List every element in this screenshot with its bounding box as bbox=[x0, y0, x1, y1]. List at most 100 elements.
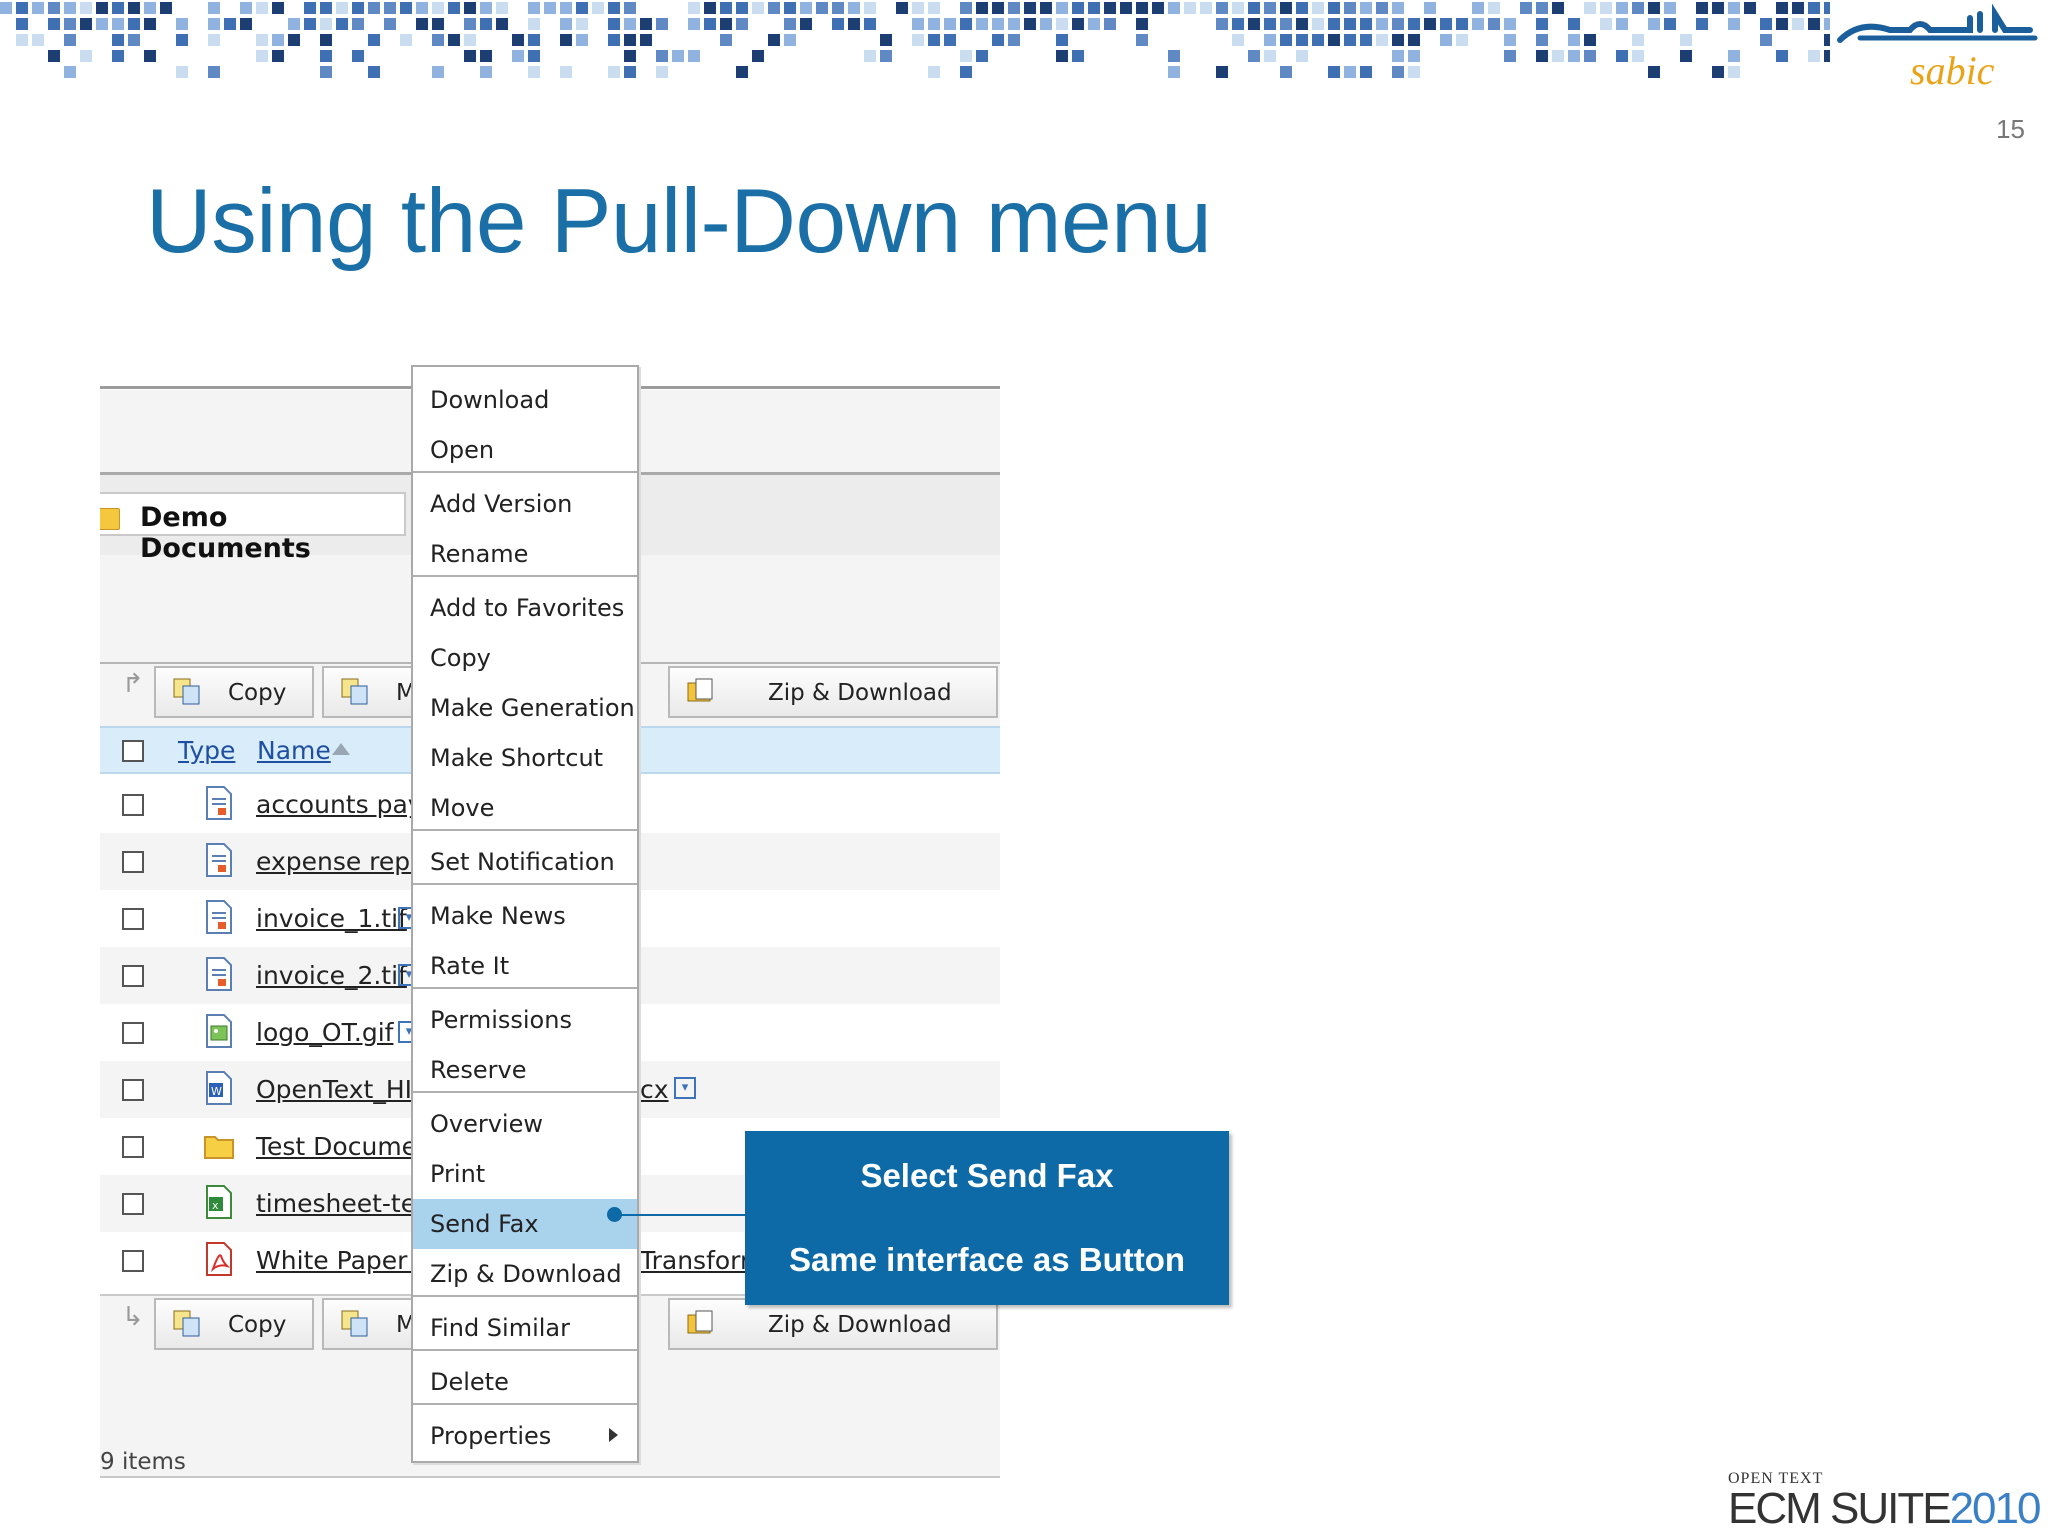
pdf-icon bbox=[204, 1242, 234, 1276]
mosaic-tile bbox=[736, 2, 748, 14]
name-column-header[interactable]: Name bbox=[257, 736, 331, 765]
mosaic-tile bbox=[368, 66, 380, 78]
mosaic-tile bbox=[480, 50, 492, 62]
mosaic-tile bbox=[1008, 18, 1020, 30]
mosaic-tile bbox=[976, 18, 988, 30]
mosaic-tile bbox=[560, 66, 572, 78]
menu-item-set-notification[interactable]: Set Notification bbox=[413, 837, 637, 887]
file-name-link[interactable]: accounts pay bbox=[256, 790, 423, 819]
mosaic-tile bbox=[528, 50, 540, 62]
slide-title: Using the Pull-Down menu bbox=[146, 171, 1212, 272]
mosaic-tile bbox=[416, 18, 428, 30]
mosaic-tile bbox=[864, 18, 876, 30]
mosaic-tile bbox=[1376, 18, 1388, 30]
svg-text:x: x bbox=[212, 1199, 219, 1212]
mosaic-tile bbox=[736, 66, 748, 78]
file-name-link[interactable]: Test Documer bbox=[256, 1132, 427, 1161]
menu-item-zip-and-download[interactable]: Zip & Download bbox=[413, 1249, 637, 1299]
menu-item-permissions[interactable]: Permissions bbox=[413, 995, 637, 1045]
file-name-link[interactable]: invoice_1.tif bbox=[256, 904, 407, 933]
move-button[interactable]: M bbox=[322, 666, 422, 718]
move-button[interactable]: M bbox=[322, 1298, 422, 1350]
select-all-checkbox[interactable] bbox=[122, 740, 144, 762]
mosaic-tile bbox=[1280, 66, 1292, 78]
mosaic-tile bbox=[1104, 2, 1116, 14]
zip-download-button[interactable]: Zip & Download bbox=[668, 1298, 998, 1350]
mosaic-tile bbox=[1056, 34, 1068, 46]
copy-button[interactable]: Copy bbox=[154, 666, 314, 718]
mosaic-tile bbox=[1328, 66, 1340, 78]
zip-download-button[interactable]: Zip & Download bbox=[668, 666, 998, 718]
row-checkbox[interactable] bbox=[122, 1250, 144, 1272]
type-column-header[interactable]: Type bbox=[178, 736, 235, 765]
mosaic-tile bbox=[1392, 50, 1404, 62]
row-checkbox[interactable] bbox=[122, 794, 144, 816]
mosaic-tile bbox=[320, 34, 332, 46]
menu-item-overview[interactable]: Overview bbox=[413, 1099, 637, 1149]
row-checkbox[interactable] bbox=[122, 1022, 144, 1044]
folder-title: Demo Documents bbox=[140, 502, 311, 564]
menu-item-open[interactable]: Open bbox=[413, 425, 637, 475]
menu-item-reserve[interactable]: Reserve bbox=[413, 1045, 637, 1095]
file-name-link[interactable]: invoice_2.tif bbox=[256, 961, 407, 990]
mosaic-tile bbox=[1056, 2, 1068, 14]
mosaic-tile bbox=[1056, 50, 1068, 62]
menu-item-delete[interactable]: Delete bbox=[413, 1357, 637, 1407]
row-checkbox[interactable] bbox=[122, 965, 144, 987]
file-name-link[interactable]: expense repo bbox=[256, 847, 425, 876]
mosaic-tile bbox=[1168, 66, 1180, 78]
mosaic-tile bbox=[640, 34, 652, 46]
file-name-suffix[interactable]: cx bbox=[640, 1075, 669, 1104]
file-name-link[interactable]: timesheet-ter bbox=[256, 1189, 426, 1218]
file-name-link[interactable]: White Paper - bbox=[256, 1246, 424, 1275]
mosaic-tile bbox=[1696, 2, 1708, 14]
menu-item-find-similar[interactable]: Find Similar bbox=[413, 1303, 637, 1353]
menu-item-properties[interactable]: Properties bbox=[413, 1411, 637, 1461]
mosaic-tile bbox=[1120, 2, 1132, 14]
mosaic-tile bbox=[1680, 34, 1692, 46]
row-checkbox[interactable] bbox=[122, 908, 144, 930]
mosaic-tile bbox=[464, 18, 476, 30]
mosaic-tile bbox=[1616, 18, 1628, 30]
mosaic-tile bbox=[560, 34, 572, 46]
row-checkbox[interactable] bbox=[122, 851, 144, 873]
mosaic-tile bbox=[352, 2, 364, 14]
mosaic-tile bbox=[1344, 18, 1356, 30]
mosaic-tile bbox=[512, 34, 524, 46]
mosaic-tile bbox=[1744, 2, 1756, 14]
row-checkbox[interactable] bbox=[122, 1136, 144, 1158]
mosaic-tile bbox=[1536, 2, 1548, 14]
menu-item-add-version[interactable]: Add Version bbox=[413, 479, 637, 529]
mosaic-tile bbox=[144, 18, 156, 30]
menu-item-copy[interactable]: Copy bbox=[413, 633, 637, 683]
function-menu-icon[interactable]: ▾ bbox=[674, 1077, 696, 1099]
menu-item-rate-it[interactable]: Rate It bbox=[413, 941, 637, 991]
menu-item-print[interactable]: Print bbox=[413, 1149, 637, 1199]
mosaic-tile bbox=[96, 2, 108, 14]
mosaic-tile bbox=[1232, 18, 1244, 30]
mosaic-tile bbox=[1504, 18, 1516, 30]
mosaic-tile bbox=[1344, 34, 1356, 46]
menu-item-make-generation[interactable]: Make Generation bbox=[413, 683, 637, 733]
mosaic-tile bbox=[1536, 34, 1548, 46]
mosaic-tile bbox=[928, 34, 940, 46]
file-name-link[interactable]: logo_OT.gif bbox=[256, 1018, 393, 1047]
menu-item-download[interactable]: Download bbox=[413, 375, 637, 425]
menu-item-make-news[interactable]: Make News bbox=[413, 891, 637, 941]
mosaic-tile bbox=[1136, 2, 1148, 14]
menu-item-rename[interactable]: Rename bbox=[413, 529, 637, 579]
slide-number: 15 bbox=[1996, 114, 2025, 144]
mosaic-tile bbox=[1024, 18, 1036, 30]
row-checkbox[interactable] bbox=[122, 1079, 144, 1101]
row-checkbox[interactable] bbox=[122, 1193, 144, 1215]
mosaic-tile bbox=[1728, 66, 1740, 78]
menu-item-add-to-favorites[interactable]: Add to Favorites bbox=[413, 583, 637, 633]
menu-item-move[interactable]: Move bbox=[413, 783, 637, 833]
menu-item-make-shortcut[interactable]: Make Shortcut bbox=[413, 733, 637, 783]
file-name-link[interactable]: OpenText_HI bbox=[256, 1075, 412, 1104]
mosaic-tile bbox=[608, 66, 620, 78]
copy-button[interactable]: Copy bbox=[154, 1298, 314, 1350]
menu-item-send-fax[interactable]: Send Fax bbox=[413, 1199, 637, 1249]
mosaic-tile bbox=[992, 34, 1004, 46]
document-icon bbox=[204, 843, 234, 877]
